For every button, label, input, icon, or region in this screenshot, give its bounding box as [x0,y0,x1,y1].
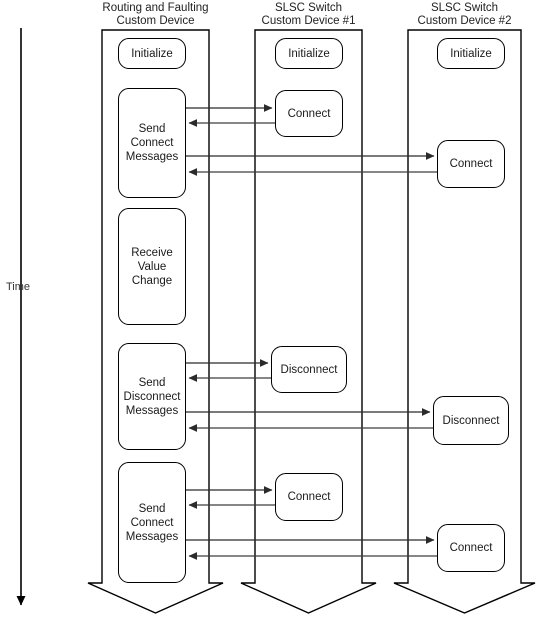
sequence-diagram-canvas: Time Routing and Faulting Custom Device … [0,0,537,622]
box-device1-disconnect[interactable]: Disconnect [271,346,347,393]
box-device1-connect-2[interactable]: Connect [275,473,343,521]
box-device2-connect[interactable]: Connect [437,140,505,188]
box-device2-connect-2[interactable]: Connect [437,524,505,572]
box-device2-initialize[interactable]: Initialize [437,38,505,69]
column-header-routing-faulting-custom-device: Routing and Faulting Custom Device [102,2,209,27]
column-header-slsc-switch-custom-device-1: SLSC Switch Custom Device #1 [261,2,356,27]
box-routing-send-connect-messages-2[interactable]: Send Connect Messages [118,462,186,583]
box-routing-initialize[interactable]: Initialize [118,38,186,69]
box-routing-receive-value-change[interactable]: Receive Value Change [118,208,186,325]
column-header-slsc-switch-custom-device-2: SLSC Switch Custom Device #2 [417,2,512,27]
box-routing-send-connect-messages[interactable]: Send Connect Messages [118,88,186,198]
time-axis-label: Time [6,281,31,293]
box-routing-send-disconnect-messages[interactable]: Send Disconnect Messages [118,343,186,450]
box-device2-disconnect[interactable]: Disconnect [433,396,509,445]
box-device1-initialize[interactable]: Initialize [275,38,343,69]
box-device1-connect[interactable]: Connect [275,90,343,137]
